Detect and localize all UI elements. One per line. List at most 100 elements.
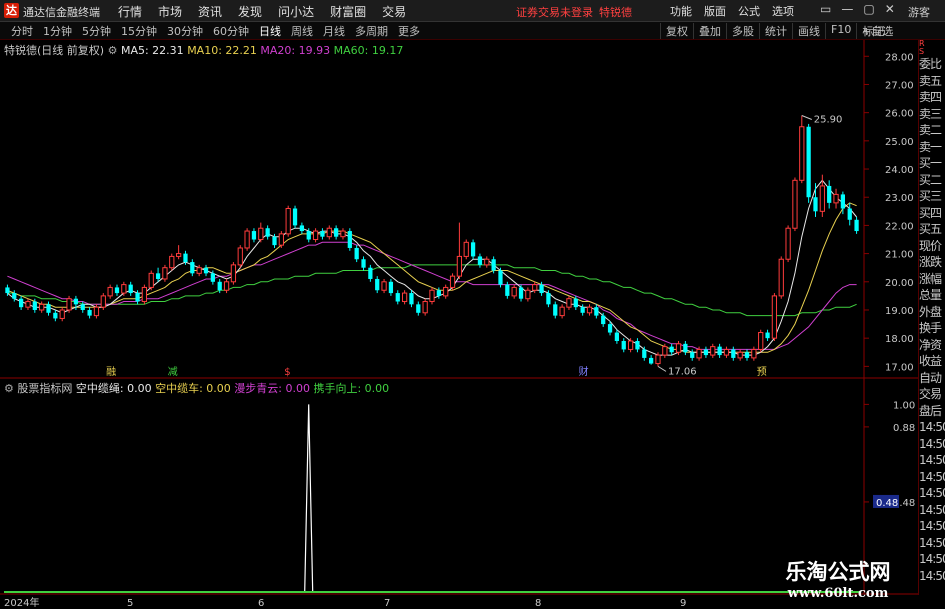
time-axis-label: 6: [258, 598, 264, 609]
kline-chart[interactable]: 28.00 27.00 26.00 25.00 24.00 23.00 22.00 21.00…: [0, 0, 945, 609]
sidebar-item[interactable]: 盘后: [919, 403, 945, 420]
ma20-value: MA20: 19.93: [260, 44, 331, 57]
period-toolbar: 分时 1分钟 5分钟 15分钟 30分钟 60分钟 日线 周线 月线 多周期 更…: [0, 22, 945, 40]
sidebar-item[interactable]: 交易: [919, 386, 945, 403]
sidebar-item: 14:50: [919, 486, 945, 500]
candle-body: [312, 230, 319, 241]
tab-15min[interactable]: 15分钟: [116, 23, 162, 39]
restore-icon[interactable]: ▭: [820, 2, 831, 16]
sidebar-item: 买五: [919, 222, 942, 236]
maximize-icon[interactable]: ▢: [863, 2, 874, 16]
tool-draw[interactable]: 画线: [792, 23, 825, 39]
candle-body: [80, 304, 85, 310]
time-axis-label: 2024年: [4, 596, 39, 609]
menu-ask[interactable]: 问小达: [270, 3, 322, 20]
price-tick-label: 18.00: [885, 334, 914, 345]
candle-body: [361, 259, 366, 268]
menu-wealth[interactable]: 财富圈: [322, 3, 374, 20]
event-marker: 减: [168, 366, 178, 378]
candle-body: [422, 301, 428, 314]
candle-body: [799, 126, 805, 181]
price-tick-label: 25.00: [885, 137, 914, 148]
menu-trade[interactable]: 交易: [374, 3, 414, 20]
candle-body: [498, 270, 503, 285]
tab-more[interactable]: 更多: [393, 23, 425, 39]
candle-body: [690, 352, 695, 358]
candle-body: [66, 298, 72, 311]
tab-timeshare[interactable]: 分时: [6, 23, 38, 39]
sidebar-item: 14:50: [919, 535, 945, 550]
indicator-current-box: [873, 494, 899, 508]
sidebar-item: 收益: [919, 354, 942, 368]
candle-body: [443, 286, 449, 297]
tool-overlay[interactable]: 叠加: [693, 23, 726, 39]
login-status[interactable]: 证券交易未登录: [516, 6, 593, 19]
candle-body: [847, 208, 852, 220]
candle-body: [196, 267, 202, 274]
tab-5min[interactable]: 5分钟: [77, 23, 116, 39]
sidebar-item: 14:50: [919, 469, 945, 484]
candle-body: [669, 346, 674, 353]
tool-f10[interactable]: F10: [825, 23, 856, 39]
tab-60min[interactable]: 60分钟: [208, 23, 254, 39]
candle-body: [334, 228, 339, 237]
candles: [5, 115, 859, 367]
menu-market[interactable]: 市场: [150, 3, 190, 20]
price-tick-label: 20.00: [885, 278, 914, 289]
tab-1min[interactable]: 1分钟: [38, 23, 77, 39]
candle-body: [559, 306, 565, 317]
event-marker: 财: [579, 365, 589, 378]
candle-body: [128, 284, 133, 294]
ma-lines: [7, 179, 857, 356]
candle-body: [148, 272, 154, 288]
guest-label[interactable]: 游客: [908, 4, 930, 20]
menu-formula[interactable]: 公式: [732, 3, 766, 19]
settings-icon[interactable]: ⚙: [108, 44, 118, 57]
menu-news[interactable]: 资讯: [190, 3, 230, 20]
candle-body: [765, 332, 770, 339]
tab-daily[interactable]: 日线: [254, 23, 286, 39]
candle-body: [354, 247, 359, 260]
candle-body: [566, 298, 572, 308]
candle-body: [553, 304, 558, 316]
sidebar-item: 14:50: [919, 519, 945, 533]
candle-body: [827, 185, 832, 203]
candle-body: [635, 340, 640, 350]
tab-multi-period[interactable]: 多周期: [350, 23, 393, 39]
tab-monthly[interactable]: 月线: [318, 23, 350, 39]
candle-body: [518, 287, 524, 299]
menu-options[interactable]: 选项: [766, 3, 800, 19]
candle-body: [93, 306, 100, 317]
tab-30min[interactable]: 30分钟: [162, 23, 208, 39]
menu-discover[interactable]: 发现: [230, 3, 270, 20]
menu-function[interactable]: 功能: [664, 3, 698, 19]
candle-body: [449, 275, 456, 288]
ma60-line: [7, 264, 857, 317]
right-menu: 功能 版面 公式 选项: [664, 3, 800, 19]
candle-body: [580, 307, 585, 313]
tool-multi-stock[interactable]: 多股: [726, 23, 759, 39]
candle-body: [223, 281, 230, 291]
candle-body: [601, 315, 606, 325]
indicator-settings-icon[interactable]: ⚙: [4, 382, 14, 395]
minimize-icon[interactable]: —: [841, 2, 853, 16]
sidebar-item[interactable]: 自动: [919, 370, 945, 387]
candle-body: [230, 264, 237, 283]
add-favorite-button[interactable]: +自选: [862, 23, 893, 39]
tool-adjust[interactable]: 复权: [660, 23, 693, 39]
annotations: 25.90 17.06 融 减 $ 财 预: [106, 114, 842, 378]
menu-layout[interactable]: 版面: [698, 3, 732, 19]
tab-weekly[interactable]: 周线: [286, 23, 318, 39]
candle-body: [375, 278, 380, 291]
candle-body: [121, 284, 127, 294]
candle-body: [525, 289, 531, 300]
candle-body: [381, 281, 387, 291]
tool-stats[interactable]: 统计: [759, 23, 792, 39]
close-icon[interactable]: ✕: [885, 2, 895, 16]
candle-body: [32, 301, 37, 310]
candle-body: [463, 241, 469, 257]
candle-body: [107, 286, 113, 297]
event-marker: $: [284, 367, 290, 378]
indicator-tick-label: 0.88: [893, 423, 915, 434]
menu-quotes[interactable]: 行情: [110, 3, 150, 20]
